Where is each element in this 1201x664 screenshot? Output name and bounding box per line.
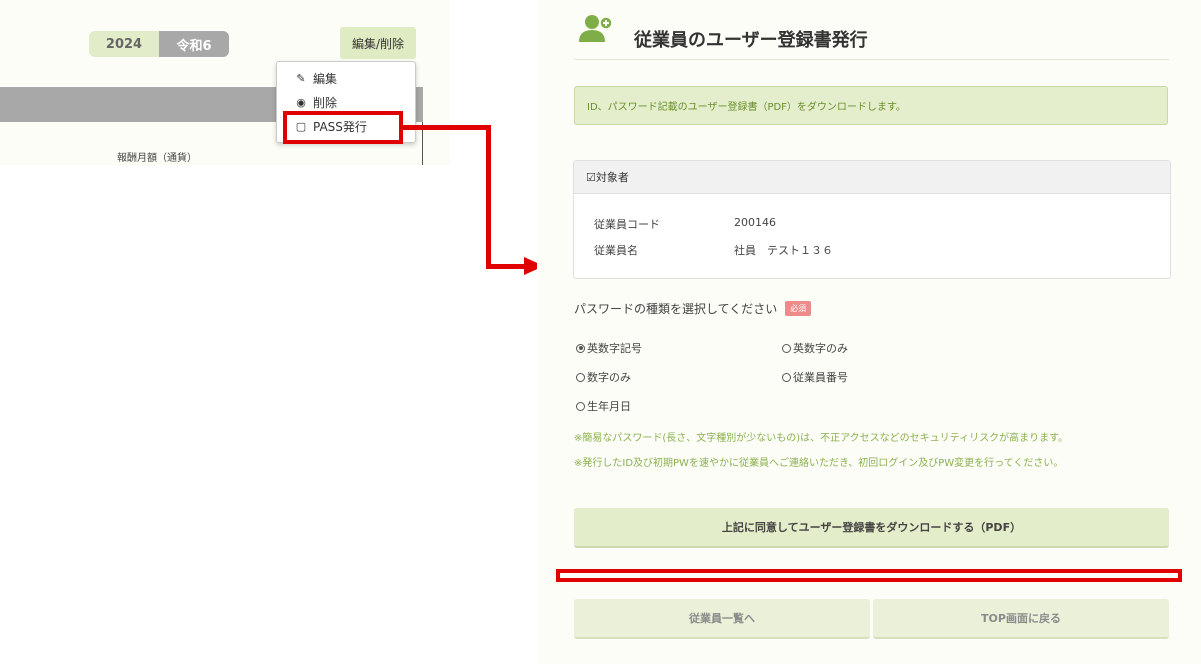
- highlight-bar: [556, 569, 1182, 582]
- title-divider: [574, 59, 1169, 60]
- radio-empty-icon: [782, 372, 791, 382]
- security-note: ※簡易なパスワード(長さ、文字種別が少ないもの)は、不正アクセスなどのセキュリテ…: [574, 433, 1069, 444]
- radio-empty-icon: [576, 372, 585, 382]
- card-header: ☑ 対象者: [574, 161, 1170, 194]
- employee-name-value: 社員 テスト１３６: [734, 244, 833, 257]
- arrow-segment: [486, 125, 491, 269]
- page-title: 従業員のユーザー登録書発行: [634, 30, 868, 51]
- required-badge: 必須: [785, 301, 812, 316]
- radio-empty-icon: [782, 343, 791, 353]
- target-person-card: ☑ 対象者 従業員コード 200146 従業員名 社員 テスト１３６: [573, 160, 1171, 279]
- era-segment[interactable]: 令和6: [159, 31, 229, 57]
- password-type-label: パスワードの種類を選択してください 必須: [574, 300, 812, 317]
- notify-note: ※発行したID及び初期PWを速やかに従業員へご連絡いただき、初回ログイン及びPW…: [574, 458, 1064, 469]
- radio-alnum-symbol[interactable]: 英数字記号: [576, 340, 642, 356]
- download-pdf-button[interactable]: 上記に同意してユーザー登録書をダウンロードする（PDF）: [574, 508, 1169, 548]
- menu-item-label: 編集: [313, 72, 338, 86]
- radio-label: 英数字のみ: [793, 342, 848, 355]
- pencil-icon: ✎: [296, 72, 306, 85]
- radio-digits-only[interactable]: 数字のみ: [576, 369, 631, 385]
- employee-code-label: 従業員コード: [594, 218, 660, 231]
- radio-label: 生年月日: [587, 400, 631, 413]
- radio-label: 数字のみ: [587, 371, 631, 384]
- radio-checked-icon: [576, 343, 585, 353]
- menu-item-edit[interactable]: ✎ 編集: [295, 70, 337, 87]
- radio-label: 従業員番号: [793, 371, 848, 384]
- card-header-label: 対象者: [595, 171, 629, 184]
- radio-label: 英数字記号: [587, 342, 642, 355]
- year-toggle[interactable]: 2024 令和6: [89, 31, 229, 57]
- menu-item-delete[interactable]: ◉ 削除: [295, 94, 337, 111]
- back-to-top-button[interactable]: TOP画面に戻る: [873, 599, 1169, 639]
- user-add-icon: [579, 15, 613, 42]
- arrow-segment: [403, 125, 491, 130]
- back-to-list-button[interactable]: 従業員一覧へ: [574, 599, 870, 639]
- eye-icon: ◉: [296, 96, 306, 109]
- employee-name-label: 従業員名: [594, 244, 638, 257]
- menu-item-label: 削除: [313, 96, 338, 110]
- radio-employee-number[interactable]: 従業員番号: [782, 369, 848, 385]
- info-alert: ID、パスワード記載のユーザー登録書（PDF）をダウンロードします。: [574, 86, 1168, 125]
- radio-empty-icon: [576, 401, 585, 411]
- arrow-segment: [486, 264, 526, 269]
- checkbox-icon: ☑: [586, 170, 596, 184]
- password-type-text: パスワードの種類を選択してください: [574, 302, 778, 316]
- employee-code-value: 200146: [734, 216, 776, 229]
- radio-birthdate[interactable]: 生年月日: [576, 398, 631, 414]
- salary-label: 報酬月額（通貨）: [117, 153, 197, 164]
- radio-alnum-only[interactable]: 英数字のみ: [782, 340, 848, 356]
- highlight-box-pass: [283, 111, 403, 144]
- year-segment[interactable]: 2024: [89, 31, 159, 57]
- edit-delete-button[interactable]: 編集/削除: [340, 27, 416, 59]
